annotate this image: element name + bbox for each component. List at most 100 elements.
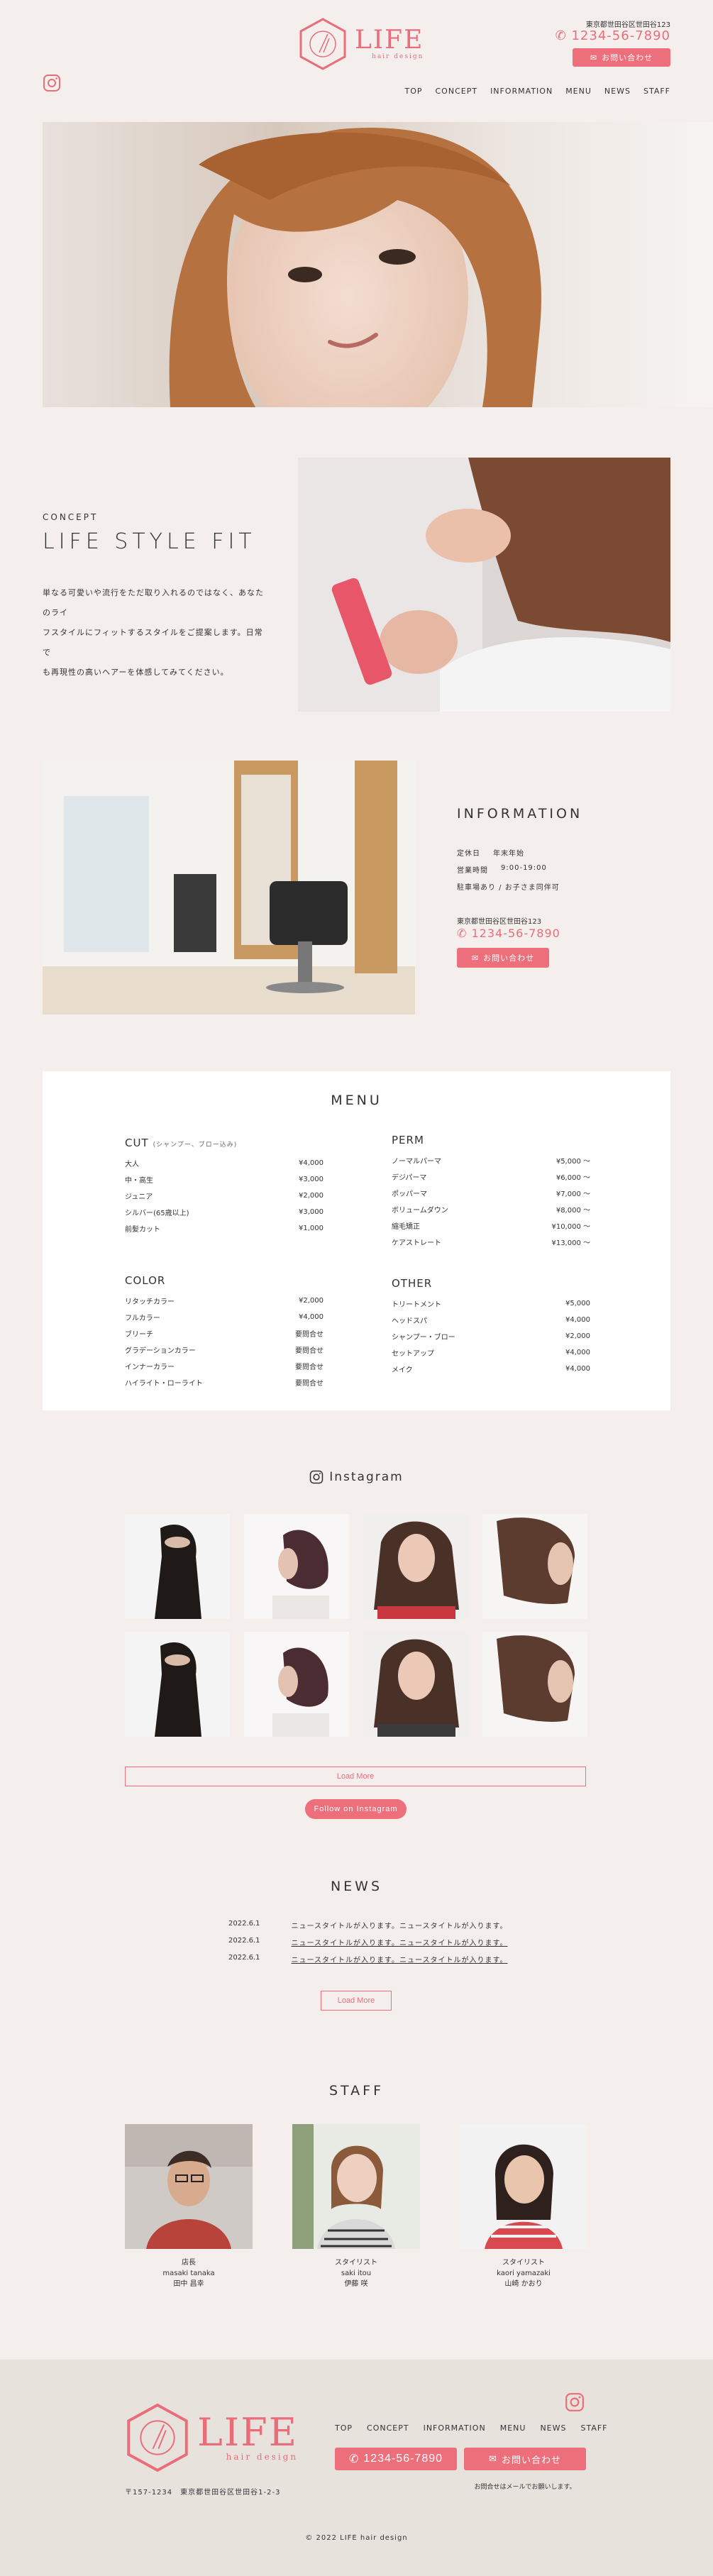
nav-news[interactable]: NEWS	[604, 87, 631, 96]
instagram-title: Instagram	[0, 1470, 713, 1484]
footer-contact-note: お問合せはメールでお願いします。	[474, 2484, 576, 2491]
news-item[interactable]: 2022.6.1 ニュースタイトルが入ります。ニュースタイトルが入ります。	[228, 1954, 508, 1964]
staff-name: 伊藤 咲	[344, 2280, 368, 2288]
instagram-post[interactable]	[244, 1514, 349, 1619]
concept-subtitle: CONCEPT	[43, 512, 99, 522]
menu-item: 中・高生 ¥3,000	[125, 1176, 324, 1185]
menu-item: 大人 ¥4,000	[125, 1159, 324, 1168]
header-contact-button[interactable]: ✉ お問い合わせ	[573, 48, 670, 67]
menu-item: ハイライト・ローライト 要問合せ	[125, 1380, 324, 1388]
menu-item: グラデーションカラー 要問合せ	[125, 1347, 324, 1355]
footer-nav-menu[interactable]: MENU	[500, 2423, 526, 2433]
footer-contact-button[interactable]: ✉ お問い合わせ	[464, 2448, 586, 2470]
staff-roman-name: kaori yamazaki	[497, 2270, 551, 2277]
follow-instagram-button[interactable]: Follow on Instagram	[305, 1799, 407, 1819]
instagram-post[interactable]	[125, 1632, 230, 1737]
menu-cut-head: CUT (シャンプー、ブロー込み)	[125, 1137, 238, 1149]
menu-item: ノーマルパーマ ¥5,000 〜	[392, 1158, 590, 1166]
news-date: 2022.6.1	[228, 1920, 260, 1928]
header-contact-label: お問い合わせ	[602, 54, 653, 62]
header-tel[interactable]: ✆ 1234-56-7890	[556, 28, 670, 43]
menu-item: セットアップ ¥4,000	[392, 1349, 590, 1358]
staff-role: 店長	[182, 2259, 196, 2267]
instagram-icon	[310, 1470, 324, 1484]
footer-nav-concept[interactable]: CONCEPT	[367, 2423, 409, 2433]
salon-interior-image	[43, 761, 415, 1015]
news-date: 2022.6.1	[228, 1954, 260, 1962]
info-label: 定休日	[457, 850, 480, 858]
concept-title: LIFE STYLE FIT	[43, 529, 256, 554]
nav-menu[interactable]: MENU	[565, 87, 592, 96]
instagram-post[interactable]	[125, 1514, 230, 1619]
staff-roman-name: saki itou	[341, 2270, 372, 2277]
info-row-hours: 営業時間 9:00-19:00	[457, 864, 547, 875]
logo[interactable]: LIFE hair design	[298, 16, 426, 72]
menu-item: トリートメント ¥5,000	[392, 1300, 590, 1309]
news-item[interactable]: 2022.6.1 ニュースタイトルが入ります。ニュースタイトルが入ります。	[228, 1920, 508, 1930]
news-date: 2022.6.1	[228, 1937, 260, 1945]
menu-item: 前髪カット ¥1,000	[125, 1225, 324, 1234]
news-item[interactable]: 2022.6.1 ニュースタイトルが入ります。ニュースタイトルが入ります。	[228, 1937, 508, 1947]
staff-roman-name: masaki tanaka	[162, 2270, 215, 2277]
footer-nav-news[interactable]: NEWS	[540, 2423, 566, 2433]
logo-hexagon-icon	[299, 18, 346, 70]
mail-icon: ✉	[590, 53, 598, 62]
news-link[interactable]: ニュースタイトルが入ります。ニュースタイトルが入ります。	[292, 1920, 508, 1930]
footer-nav-top[interactable]: TOP	[335, 2423, 353, 2433]
footer-nav-staff[interactable]: STAFF	[580, 2423, 607, 2433]
menu-item: ポッパーマ ¥7,000 〜	[392, 1190, 590, 1198]
menu-item: ケアストレート ¥13,000 〜	[392, 1239, 590, 1247]
news-link[interactable]: ニュースタイトルが入ります。ニュースタイトルが入ります。	[292, 1954, 508, 1964]
info-tel[interactable]: ✆ 1234-56-7890	[457, 927, 560, 940]
instagram-post[interactable]	[363, 1632, 468, 1737]
info-address: 東京都世田谷区世田谷123	[457, 918, 542, 926]
staff-role: スタイリスト	[502, 2259, 545, 2267]
mail-icon: ✉	[489, 2453, 497, 2464]
info-value: 年末年始	[493, 850, 524, 858]
news-title: NEWS	[330, 1879, 383, 1894]
footer-nav-information[interactable]: INFORMATION	[424, 2423, 486, 2433]
info-contact-label: お問い合わせ	[483, 954, 535, 963]
news-load-more-button[interactable]: Load More	[321, 1991, 392, 2011]
menu-item: ヘッドスパ ¥4,000	[392, 1316, 590, 1325]
header-tel-number: 1234-56-7890	[571, 28, 670, 43]
staff-photo	[292, 2124, 420, 2249]
instagram-post[interactable]	[363, 1514, 468, 1619]
information-title: INFORMATION	[457, 806, 583, 822]
instagram-post[interactable]	[244, 1632, 349, 1737]
instagram-post[interactable]	[482, 1632, 587, 1737]
header-nav: TOP CONCEPT INFORMATION MENU NEWS STAFF	[404, 87, 670, 96]
info-contact-button[interactable]: ✉ お問い合わせ	[457, 948, 549, 968]
instagram-load-more-button[interactable]: Load More	[125, 1767, 586, 1786]
instagram-post[interactable]	[482, 1514, 587, 1619]
footer-tel-button[interactable]: ✆ 1234-56-7890	[335, 2448, 457, 2470]
site-header: LIFE hair design 東京都世田谷区世田谷123 ✆ 1234-56…	[0, 0, 713, 114]
footer-logo[interactable]: LIFE hair design	[125, 2402, 298, 2473]
phone-icon: ✆	[348, 2453, 360, 2465]
hero-image	[43, 122, 713, 407]
info-label: 営業時間	[457, 867, 488, 875]
footer-nav: TOP CONCEPT INFORMATION MENU NEWS STAFF	[335, 2423, 608, 2433]
nav-staff[interactable]: STAFF	[643, 87, 670, 96]
menu-other-head: OTHER	[392, 1277, 433, 1290]
staff-photo	[125, 2124, 253, 2249]
news-link[interactable]: ニュースタイトルが入ります。ニュースタイトルが入ります。	[292, 1937, 508, 1947]
nav-concept[interactable]: CONCEPT	[436, 87, 478, 96]
footer-logo-text: LIFE	[197, 2410, 299, 2455]
instagram-icon[interactable]	[565, 2392, 585, 2414]
info-tel-number: 1234-56-7890	[471, 927, 560, 940]
footer-tel-number: 1234-56-7890	[363, 2453, 443, 2465]
menu-item: シルバー(65歳以上) ¥3,000	[125, 1208, 324, 1217]
nav-information[interactable]: INFORMATION	[490, 87, 553, 96]
instagram-icon[interactable]	[43, 74, 61, 94]
concept-image	[298, 458, 670, 712]
phone-icon: ✆	[457, 927, 468, 940]
menu-color-head: COLOR	[125, 1274, 166, 1287]
header-address: 東京都世田谷区世田谷123	[585, 21, 670, 29]
footer-address: 〒157-1234 東京都世田谷区世田谷1-2-3	[125, 2489, 281, 2497]
nav-top[interactable]: TOP	[404, 87, 422, 96]
info-row-parking: 駐車場あり / お子さま同伴可	[457, 881, 560, 892]
menu-title: MENU	[331, 1093, 382, 1108]
menu-item: ジュニア ¥2,000	[125, 1192, 324, 1201]
staff-photo	[460, 2124, 587, 2249]
